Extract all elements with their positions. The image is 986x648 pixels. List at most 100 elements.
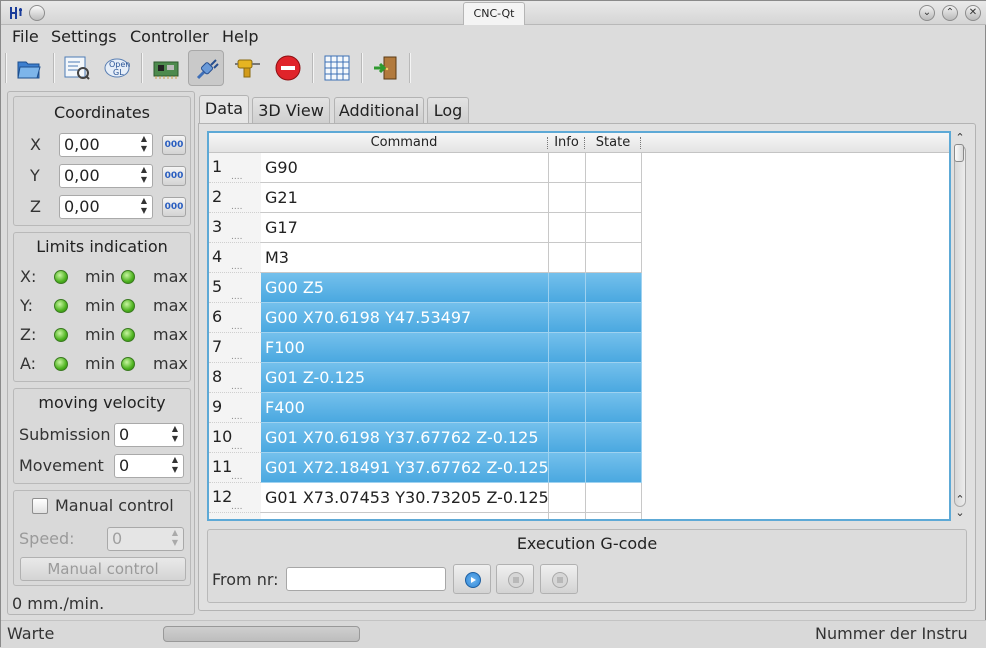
manual-control-checkbox[interactable] bbox=[32, 498, 48, 514]
menu-controller[interactable]: Controller bbox=[130, 27, 209, 46]
row-number[interactable]: 10.... bbox=[209, 423, 261, 453]
coord-x-input[interactable]: 0,00 ▲ ▼ bbox=[59, 133, 153, 157]
state-cell[interactable] bbox=[586, 273, 642, 303]
speed-input[interactable]: 0 ▲ ▼ bbox=[107, 527, 184, 551]
command-cell[interactable]: G01 X73.07453 Y30.73205 Z-0.125 bbox=[261, 483, 549, 513]
state-cell[interactable] bbox=[586, 153, 642, 183]
table-row[interactable]: 2.... G21 bbox=[209, 183, 949, 213]
info-cell[interactable] bbox=[549, 303, 586, 333]
row-number[interactable]: 5.... bbox=[209, 273, 261, 303]
settings-button[interactable] bbox=[59, 50, 95, 86]
command-cell[interactable]: F100 bbox=[261, 333, 549, 363]
info-cell[interactable] bbox=[549, 153, 586, 183]
state-cell[interactable] bbox=[586, 333, 642, 363]
close-button[interactable]: ✕ bbox=[965, 5, 981, 21]
controller-button[interactable] bbox=[148, 50, 184, 86]
manual-control-button[interactable]: Manual control bbox=[20, 557, 186, 581]
table-row[interactable]: 5.... G00 Z5 bbox=[209, 273, 949, 303]
grid-button[interactable] bbox=[319, 50, 355, 86]
from-nr-input[interactable] bbox=[286, 567, 446, 591]
scroll-track[interactable] bbox=[954, 145, 966, 507]
info-cell[interactable] bbox=[549, 243, 586, 273]
column-state[interactable]: State bbox=[586, 133, 640, 153]
zero-x-button[interactable]: 000 bbox=[162, 135, 186, 155]
table-row[interactable] bbox=[209, 513, 949, 519]
exit-button[interactable] bbox=[367, 50, 403, 86]
spin-arrows-icon[interactable]: ▲ ▼ bbox=[169, 455, 181, 477]
row-number[interactable]: 2.... bbox=[209, 183, 261, 213]
title-bar[interactable]: CNC-Qt ⌄ ⌃ ✕ bbox=[1, 1, 986, 25]
row-number[interactable]: 6.... bbox=[209, 303, 261, 333]
info-cell[interactable] bbox=[549, 363, 586, 393]
info-cell[interactable] bbox=[549, 333, 586, 363]
command-cell[interactable]: G21 bbox=[261, 183, 549, 213]
state-cell[interactable] bbox=[586, 243, 642, 273]
column-divider[interactable] bbox=[584, 137, 585, 149]
table-row[interactable]: 6.... G00 X70.6198 Y47.53497 bbox=[209, 303, 949, 333]
table-row[interactable]: 9.... F400 bbox=[209, 393, 949, 423]
scroll-handle[interactable] bbox=[954, 144, 964, 162]
state-cell[interactable] bbox=[586, 513, 642, 519]
spin-arrows-icon[interactable]: ▲ ▼ bbox=[138, 196, 150, 218]
connect-button[interactable] bbox=[188, 50, 224, 86]
tab-data[interactable]: Data bbox=[199, 95, 249, 123]
gcode-table[interactable]: Command Info State 1.... G90 2.... G21 3....… bbox=[207, 131, 951, 521]
manual-control-label[interactable]: Manual control bbox=[55, 496, 174, 515]
menu-help[interactable]: Help bbox=[222, 27, 258, 46]
pause-button[interactable] bbox=[496, 564, 534, 594]
row-number[interactable]: 12.... bbox=[209, 483, 261, 513]
table-row[interactable]: 10.... G01 X70.6198 Y37.67762 Z-0.125 bbox=[209, 423, 949, 453]
table-row[interactable]: 11.... G01 X72.18491 Y37.67762 Z-0.125 bbox=[209, 453, 949, 483]
scroll-down-icon[interactable]: ⌄ bbox=[952, 506, 968, 520]
table-row[interactable]: 1.... G90 bbox=[209, 153, 949, 183]
command-cell[interactable] bbox=[261, 513, 549, 519]
column-divider[interactable] bbox=[547, 137, 548, 149]
submission-input[interactable]: 0 ▲ ▼ bbox=[114, 423, 184, 447]
zero-z-button[interactable]: 000 bbox=[162, 197, 186, 217]
state-cell[interactable] bbox=[586, 423, 642, 453]
spin-arrows-icon[interactable]: ▲ ▼ bbox=[138, 134, 150, 156]
info-cell[interactable] bbox=[549, 213, 586, 243]
info-cell[interactable] bbox=[549, 273, 586, 303]
menu-file[interactable]: File bbox=[12, 27, 39, 46]
row-number[interactable]: 3.... bbox=[209, 213, 261, 243]
table-row[interactable]: 7.... F100 bbox=[209, 333, 949, 363]
info-cell[interactable] bbox=[549, 183, 586, 213]
coord-z-input[interactable]: 0,00 ▲ ▼ bbox=[59, 195, 153, 219]
opengl-settings-button[interactable]: Open GL bbox=[99, 50, 135, 86]
info-cell[interactable] bbox=[549, 513, 586, 519]
tab-additional[interactable]: Additional bbox=[334, 97, 424, 123]
run-button[interactable] bbox=[453, 564, 491, 594]
state-cell[interactable] bbox=[586, 393, 642, 423]
row-number[interactable] bbox=[209, 513, 261, 519]
command-cell[interactable]: G00 Z5 bbox=[261, 273, 549, 303]
table-row[interactable]: 4.... M3 bbox=[209, 243, 949, 273]
command-cell[interactable]: F400 bbox=[261, 393, 549, 423]
state-cell[interactable] bbox=[586, 453, 642, 483]
info-cell[interactable] bbox=[549, 423, 586, 453]
coord-y-input[interactable]: 0,00 ▲ ▼ bbox=[59, 164, 153, 188]
stop-button[interactable] bbox=[540, 564, 578, 594]
row-number[interactable]: 11.... bbox=[209, 453, 261, 483]
state-cell[interactable] bbox=[586, 363, 642, 393]
fork-icon[interactable] bbox=[8, 5, 24, 21]
state-cell[interactable] bbox=[586, 483, 642, 513]
row-number[interactable]: 1.... bbox=[209, 153, 261, 183]
menu-settings[interactable]: Settings bbox=[51, 27, 117, 46]
command-cell[interactable]: G01 Z-0.125 bbox=[261, 363, 549, 393]
tab-3d-view[interactable]: 3D View bbox=[252, 97, 330, 123]
zero-y-button[interactable]: 000 bbox=[162, 166, 186, 186]
table-row[interactable]: 8.... G01 Z-0.125 bbox=[209, 363, 949, 393]
table-scrollbar[interactable]: ⌃ ⌃ ⌄ bbox=[952, 131, 968, 521]
table-row[interactable]: 12.... G01 X73.07453 Y30.73205 Z-0.125 bbox=[209, 483, 949, 513]
maximize-button[interactable]: ⌃ bbox=[942, 5, 958, 21]
movement-input[interactable]: 0 ▲ ▼ bbox=[114, 454, 184, 478]
command-cell[interactable]: G01 X70.6198 Y37.67762 Z-0.125 bbox=[261, 423, 549, 453]
minimize-button[interactable]: ⌄ bbox=[919, 5, 935, 21]
spin-arrows-icon[interactable]: ▲ ▼ bbox=[169, 528, 181, 550]
state-cell[interactable] bbox=[586, 213, 642, 243]
row-number[interactable]: 4.... bbox=[209, 243, 261, 273]
column-info[interactable]: Info bbox=[549, 133, 584, 153]
command-cell[interactable]: M3 bbox=[261, 243, 549, 273]
table-row[interactable]: 3.... G17 bbox=[209, 213, 949, 243]
